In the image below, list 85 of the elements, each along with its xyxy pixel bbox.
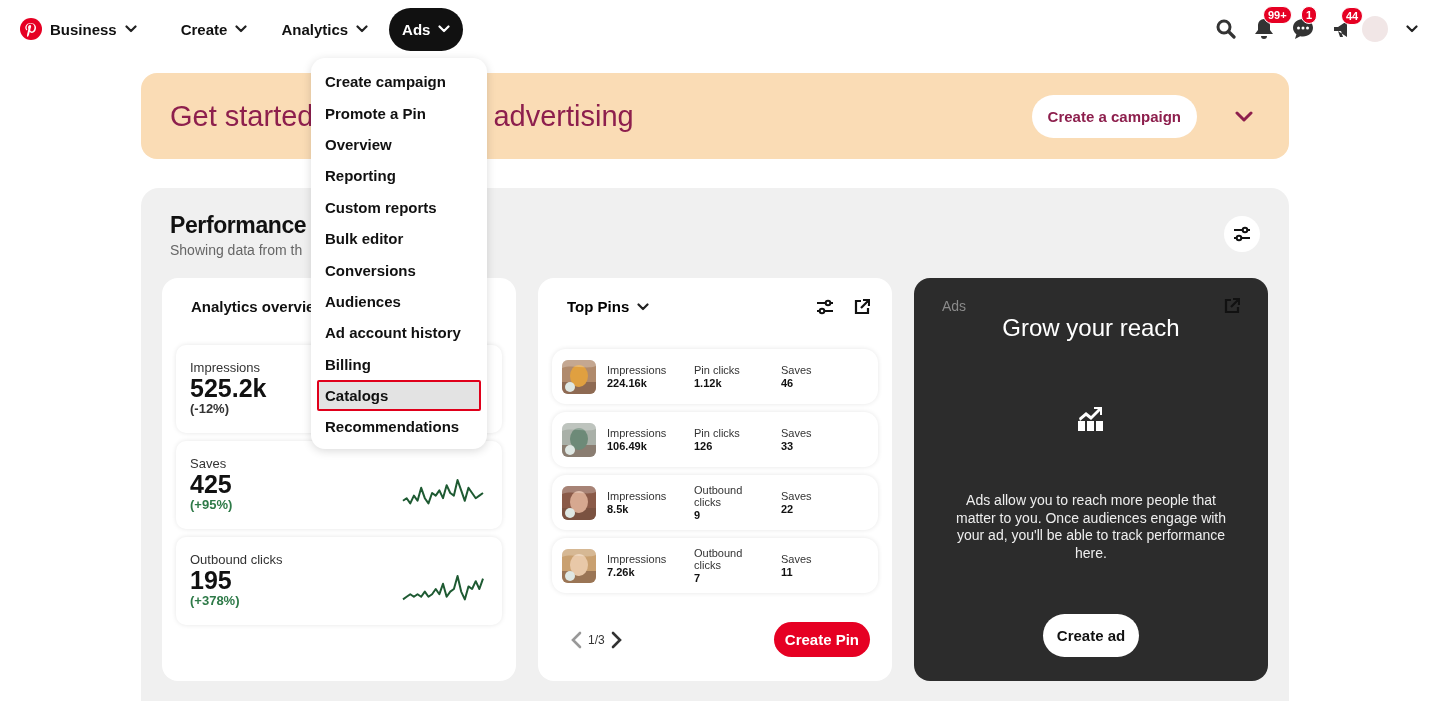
metric-change: (+378%)	[190, 593, 241, 609]
bell-icon	[1254, 18, 1274, 40]
menu-item[interactable]: Recommendations	[317, 411, 481, 443]
stat-label: Outbound clicks	[694, 547, 744, 572]
metric-label: Impressions	[190, 360, 262, 375]
stat-value: 1.12k	[694, 376, 723, 389]
menu-item[interactable]: Conversions	[317, 254, 481, 286]
nav-tab[interactable]: Create	[167, 7, 261, 51]
stat-value: 46	[781, 376, 795, 389]
chevron-down-icon[interactable]	[1235, 110, 1253, 122]
create-pin-button[interactable]: Create Pin	[773, 622, 870, 657]
stat-label: Pin clicks	[694, 364, 741, 377]
card-description: Ads allow you to reach more people that matter to you. Once audiences engage with your ad, you'll be able to track performance here.	[954, 492, 1228, 562]
pin-row[interactable]: Impressions 8.5k Outbound clicks 9 Saves 22	[552, 475, 878, 530]
stat-value: 22	[781, 502, 795, 515]
metric-value: 425	[190, 471, 233, 498]
stat-label: Impressions	[607, 490, 668, 503]
menu-item[interactable]: Billing	[317, 348, 481, 380]
filter-button[interactable]	[1224, 216, 1260, 252]
growth-chart-icon	[1077, 406, 1105, 432]
pin-row[interactable]: Impressions 106.49k Pin clicks 126 Saves 33	[552, 412, 878, 467]
chevron-right-icon[interactable]	[610, 630, 623, 649]
filter-icon[interactable]	[816, 298, 834, 315]
chevron-down-icon	[235, 25, 248, 33]
chevron-down-icon	[124, 25, 137, 33]
stat-value: 33	[781, 439, 795, 452]
menu-item[interactable]: Promote a Pin	[317, 97, 481, 129]
create-ad-button[interactable]: Create ad	[1042, 614, 1140, 657]
logo-icon[interactable]	[20, 18, 42, 40]
stat-label: Outbound clicks	[694, 484, 744, 509]
metric-change: (+95%)	[190, 497, 233, 513]
stat-label: Saves	[781, 553, 813, 566]
external-link-icon[interactable]	[854, 298, 870, 315]
chevron-down-icon	[356, 25, 369, 33]
metric-label: Saves	[190, 456, 228, 471]
metric-value: 195	[190, 567, 233, 594]
banner-title: advertising	[493, 99, 634, 133]
menu-item[interactable]: Catalogs	[317, 379, 481, 412]
chevron-left-icon[interactable]	[570, 630, 582, 649]
menu-item[interactable]: Bulk editor	[317, 222, 481, 255]
section-subtitle: Showing data from th	[170, 242, 304, 258]
menu-item[interactable]: Overview	[317, 128, 481, 161]
stat-value: 106.49k	[607, 439, 648, 452]
stat-label: Impressions	[607, 427, 668, 440]
chevron-down-icon	[637, 302, 650, 311]
stat-label: Saves	[781, 490, 813, 503]
create-campaign-button[interactable]: Create a campaign	[1031, 94, 1197, 138]
stat-label: Impressions	[607, 553, 668, 566]
metric-change: (-12%)	[190, 401, 230, 417]
search-icon[interactable]	[1216, 19, 1236, 39]
menu-item[interactable]: Reporting	[317, 160, 481, 192]
top-pins-dropdown[interactable]: Top Pins	[567, 298, 650, 315]
nav-tab[interactable]: Business	[50, 7, 150, 51]
stat-value: 7.26k	[607, 565, 636, 578]
page-indicator: 1/3	[588, 632, 605, 647]
nav-tab[interactable]: Ads	[389, 7, 464, 51]
pin-row[interactable]: Impressions 224.16k Pin clicks 1.12k Saves 46	[552, 349, 878, 404]
nav-tab[interactable]: Analytics	[268, 7, 382, 51]
stat-value: 11	[781, 565, 794, 578]
menu-item[interactable]: Audiences	[317, 285, 481, 318]
metric-label: Outbound clicks	[190, 552, 283, 567]
pin-row[interactable]: Impressions 7.26k Outbound clicks 7 Saves 11	[552, 538, 878, 593]
stat-value: 9	[694, 508, 702, 521]
stat-value: 126	[694, 439, 714, 452]
menu-item[interactable]: Create campaign	[317, 66, 481, 98]
stat-label: Saves	[781, 364, 813, 377]
notification-badge: 99+	[1263, 6, 1292, 24]
card-title: Grow your reach	[1002, 314, 1180, 342]
filter-icon[interactable]	[1233, 226, 1251, 242]
chevron-down-icon	[1406, 25, 1418, 33]
metric-value: 525.2k	[190, 375, 267, 402]
chevron-down-icon	[438, 25, 451, 33]
menu-item[interactable]: Custom reports	[317, 191, 481, 223]
stat-label: Saves	[781, 427, 813, 440]
stat-label: Pin clicks	[694, 427, 741, 440]
section-title: Performance	[170, 212, 307, 239]
banner-title: Get started	[170, 99, 314, 133]
stat-value: 7	[694, 571, 702, 584]
stat-label: Impressions	[607, 364, 668, 377]
card-label: Ads	[942, 298, 967, 314]
stat-value: 8.5k	[607, 502, 630, 515]
stat-value: 224.16k	[607, 376, 648, 389]
notification-badge: 1	[1301, 6, 1318, 24]
notification-badge: 44	[1341, 7, 1364, 25]
menu-item[interactable]: Ad account history	[317, 317, 481, 349]
